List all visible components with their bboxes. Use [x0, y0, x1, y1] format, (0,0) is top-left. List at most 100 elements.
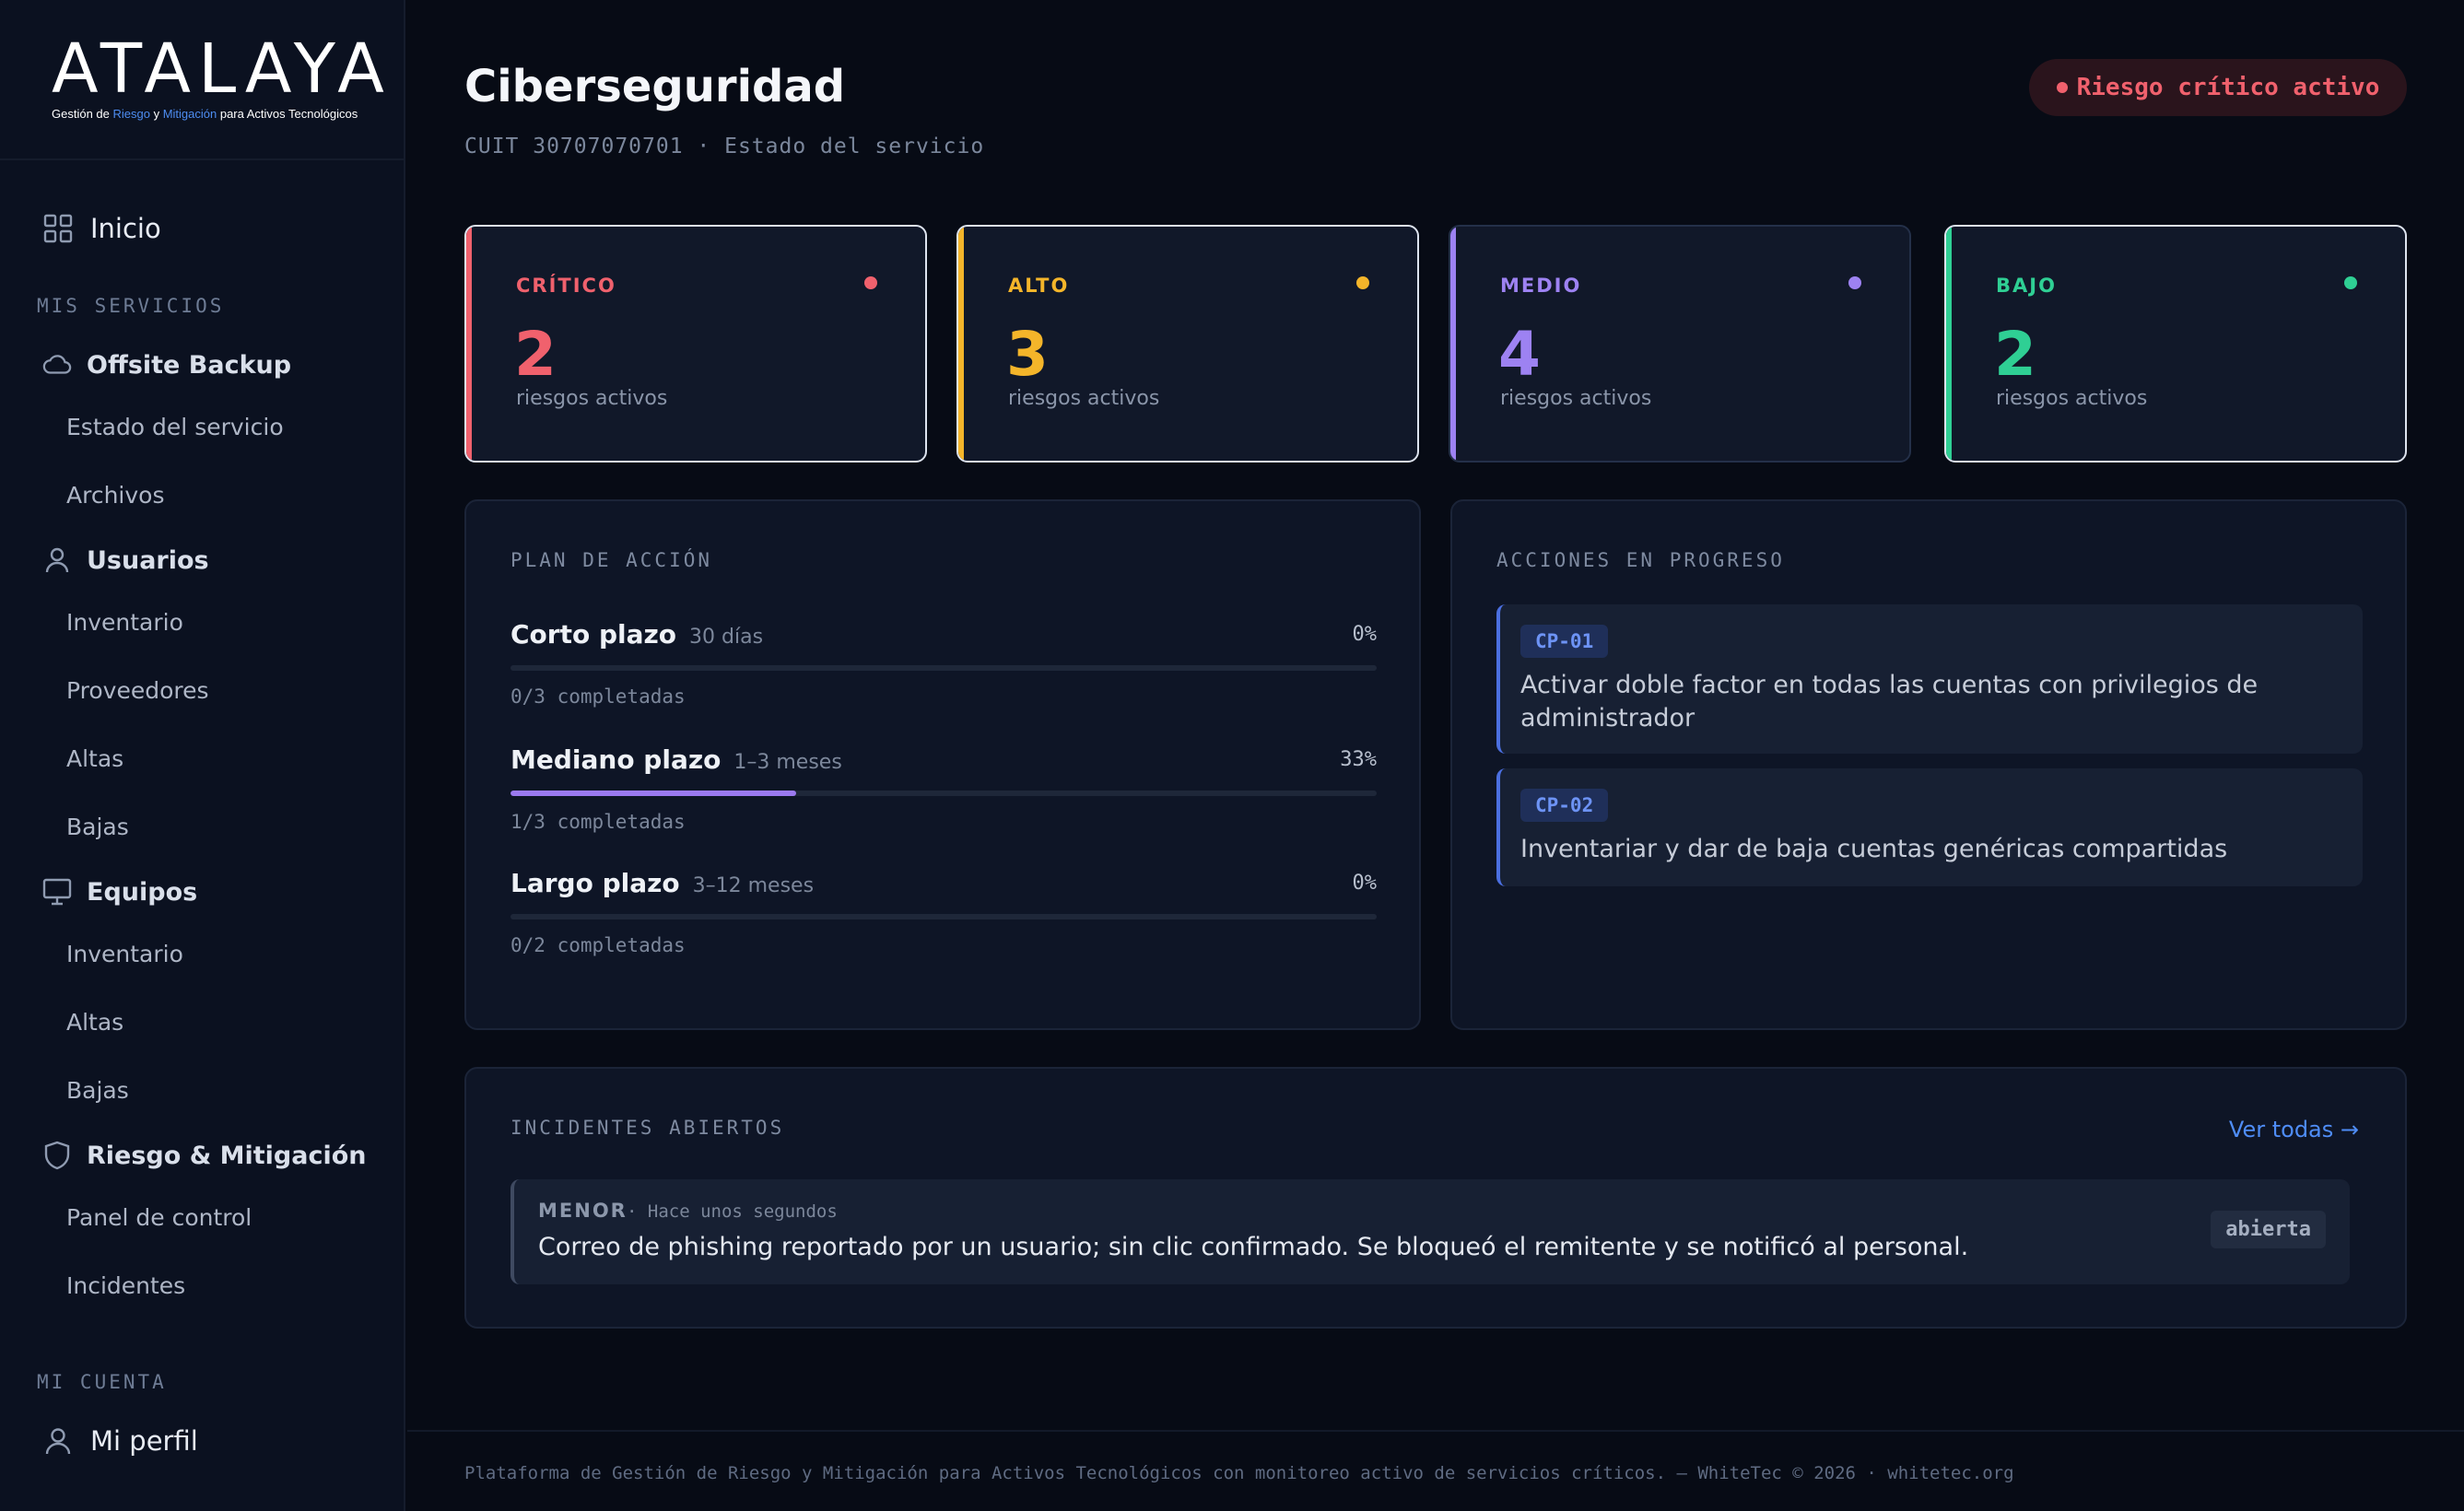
brand-tagline: Gestión de Riesgo y Mitigación para Acti… — [52, 107, 404, 121]
tagline-text: y — [149, 107, 163, 121]
plan-row-mediano: Mediano plazo 1–3 meses 33% 1/3 completad… — [510, 744, 1377, 855]
tagline-highlight: Mitigación — [162, 107, 217, 121]
progress-track — [510, 791, 1377, 796]
page-subtitle: CUIT 30707070701 · Estado del servicio — [464, 135, 985, 158]
risk-status-label: Riesgo crítico activo — [2076, 74, 2380, 101]
shield-icon — [42, 1141, 72, 1170]
tagline-text: para Activos Tecnológicos — [217, 107, 358, 121]
nav-item-proveedores[interactable]: Proveedores — [0, 656, 404, 724]
plan-term: 3–12 meses — [692, 874, 815, 897]
stat-accent-bar — [1946, 227, 1952, 461]
risk-status-badge: Riesgo crítico activo — [2029, 59, 2407, 116]
nav-item-usuarios-inventario[interactable]: Inventario — [0, 588, 404, 656]
brand[interactable]: ATALAYA Gestión de Riesgo y Mitigación p… — [0, 0, 404, 160]
nav-item-estado-servicio[interactable]: Estado del servicio — [0, 392, 404, 461]
plan-count: 0/2 completadas — [510, 934, 686, 956]
action-code: CP-02 — [1520, 789, 1609, 822]
brand-logo: ATALAYA — [52, 29, 392, 109]
user-icon — [42, 545, 72, 575]
action-code: CP-01 — [1520, 625, 1609, 658]
stat-label: ALTO — [1008, 275, 1070, 297]
progress-fill — [510, 791, 797, 796]
status-dot-icon — [864, 276, 877, 289]
plan-row-corto: Corto plazo 30 días 0% 0/3 completadas — [510, 619, 1377, 730]
incident-severity: MENOR — [538, 1200, 628, 1222]
plan-term: 30 días — [689, 626, 764, 649]
view-all-link[interactable]: Ver todas → — [2229, 1117, 2359, 1142]
incident-item[interactable]: MENOR · Hace unos segundos Correo de phi… — [510, 1179, 2350, 1284]
action-item[interactable]: CP-01 Activar doble factor en todas las … — [1496, 604, 2363, 754]
status-dot-icon — [1356, 276, 1369, 289]
nav-item-usuarios-bajas[interactable]: Bajas — [0, 792, 404, 861]
nav-label: Inicio — [90, 213, 161, 244]
plan-percent: 0% — [1352, 623, 1378, 646]
panel-label: INCIDENTES ABIERTOS — [510, 1117, 785, 1139]
incidents-panel: INCIDENTES ABIERTOS Ver todas → MENOR · … — [464, 1067, 2407, 1329]
stat-value: 4 — [1498, 319, 1541, 390]
stat-card-critico[interactable]: CRÍTICO 2 riesgos activos — [464, 225, 927, 463]
plan-name-text: Corto plazo — [510, 619, 677, 650]
panel-label: ACCIONES EN PROGRESO — [1496, 549, 1785, 571]
nav-group-label: Usuarios — [87, 545, 209, 575]
stat-card-medio[interactable]: MEDIO 4 riesgos activos — [1449, 225, 1911, 463]
nav-group-label: Equipos — [87, 877, 198, 907]
tagline-highlight: Riesgo — [112, 107, 150, 121]
stat-value: 3 — [1006, 319, 1049, 390]
action-item[interactable]: CP-02 Inventariar y dar de baja cuentas … — [1496, 768, 2363, 886]
incident-status-badge: abierta — [2211, 1211, 2326, 1248]
nav-group-usuarios[interactable]: Usuarios — [0, 538, 404, 582]
stat-label: MEDIO — [1500, 275, 1582, 297]
nav-item-archivos[interactable]: Archivos — [0, 461, 404, 529]
nav-group-riesgo-mitigacion[interactable]: Riesgo & Mitigación — [0, 1133, 404, 1177]
stat-value: 2 — [514, 319, 557, 390]
stat-value: 2 — [1994, 319, 2036, 390]
plan-count: 1/3 completadas — [510, 811, 686, 833]
plan-name: Mediano plazo 1–3 meses — [510, 744, 842, 775]
stat-card-bajo[interactable]: BAJO 2 riesgos activos — [1944, 225, 2407, 463]
tagline-text: Gestión de — [52, 107, 113, 121]
status-dot-icon — [2344, 276, 2357, 289]
section-label-account: MI CUENTA — [37, 1371, 167, 1393]
stat-accent-bar — [958, 227, 964, 461]
incident-text: Correo de phishing reportado por un usua… — [538, 1233, 1969, 1261]
stat-description: riesgos activos — [516, 387, 668, 410]
plan-name: Corto plazo 30 días — [510, 619, 763, 650]
nav-item-incidentes[interactable]: Incidentes — [0, 1251, 404, 1319]
stat-description: riesgos activos — [1996, 387, 2148, 410]
sidebar: ATALAYA Gestión de Riesgo y Mitigación p… — [0, 0, 405, 1511]
nav-item-mi-perfil[interactable]: Mi perfil — [0, 1417, 404, 1465]
stat-description: riesgos activos — [1008, 387, 1160, 410]
stat-card-alto[interactable]: ALTO 3 riesgos activos — [956, 225, 1419, 463]
plan-percent: 33% — [1340, 748, 1377, 771]
plan-percent: 0% — [1352, 872, 1378, 895]
grid-icon — [42, 213, 74, 244]
incident-time: · Hace unos segundos — [627, 1201, 838, 1222]
nav-group-equipos[interactable]: Equipos — [0, 870, 404, 914]
nav-label: Mi perfil — [90, 1425, 198, 1457]
plan-name: Largo plazo 3–12 meses — [510, 868, 814, 898]
nav-item-equipos-inventario[interactable]: Inventario — [0, 919, 404, 988]
nav-item-equipos-bajas[interactable]: Bajas — [0, 1056, 404, 1124]
footer-text: Plataforma de Gestión de Riesgo y Mitiga… — [464, 1463, 2014, 1483]
plan-row-largo: Largo plazo 3–12 meses 0% 0/2 completadas — [510, 868, 1377, 978]
actions-panel: ACCIONES EN PROGRESO CP-01 Activar doble… — [1450, 499, 2407, 1030]
stat-description: riesgos activos — [1500, 387, 1652, 410]
nav-group-label: Offsite Backup — [87, 350, 292, 380]
stat-accent-bar — [1450, 227, 1456, 461]
footer: Plataforma de Gestión de Riesgo y Mitiga… — [407, 1430, 2464, 1511]
section-label-services: MIS SERVICIOS — [37, 295, 225, 317]
action-text: Inventariar y dar de baja cuentas genéri… — [1520, 835, 2228, 863]
nav-group-label: Riesgo & Mitigación — [87, 1141, 367, 1170]
nav-item-inicio[interactable]: Inicio — [0, 205, 404, 252]
nav-item-usuarios-altas[interactable]: Altas — [0, 724, 404, 792]
nav-item-panel-control[interactable]: Panel de control — [0, 1183, 404, 1251]
alert-dot-icon — [2056, 82, 2068, 93]
nav-group-offsite-backup[interactable]: Offsite Backup — [0, 343, 404, 387]
plan-name-text: Largo plazo — [510, 868, 680, 898]
main-content: Ciberseguridad CUIT 30707070701 · Estado… — [407, 0, 2464, 1511]
page-title: Ciberseguridad — [464, 61, 846, 112]
cloud-icon — [42, 350, 72, 380]
monitor-icon — [42, 877, 72, 907]
progress-track — [510, 914, 1377, 919]
nav-item-equipos-altas[interactable]: Altas — [0, 988, 404, 1056]
